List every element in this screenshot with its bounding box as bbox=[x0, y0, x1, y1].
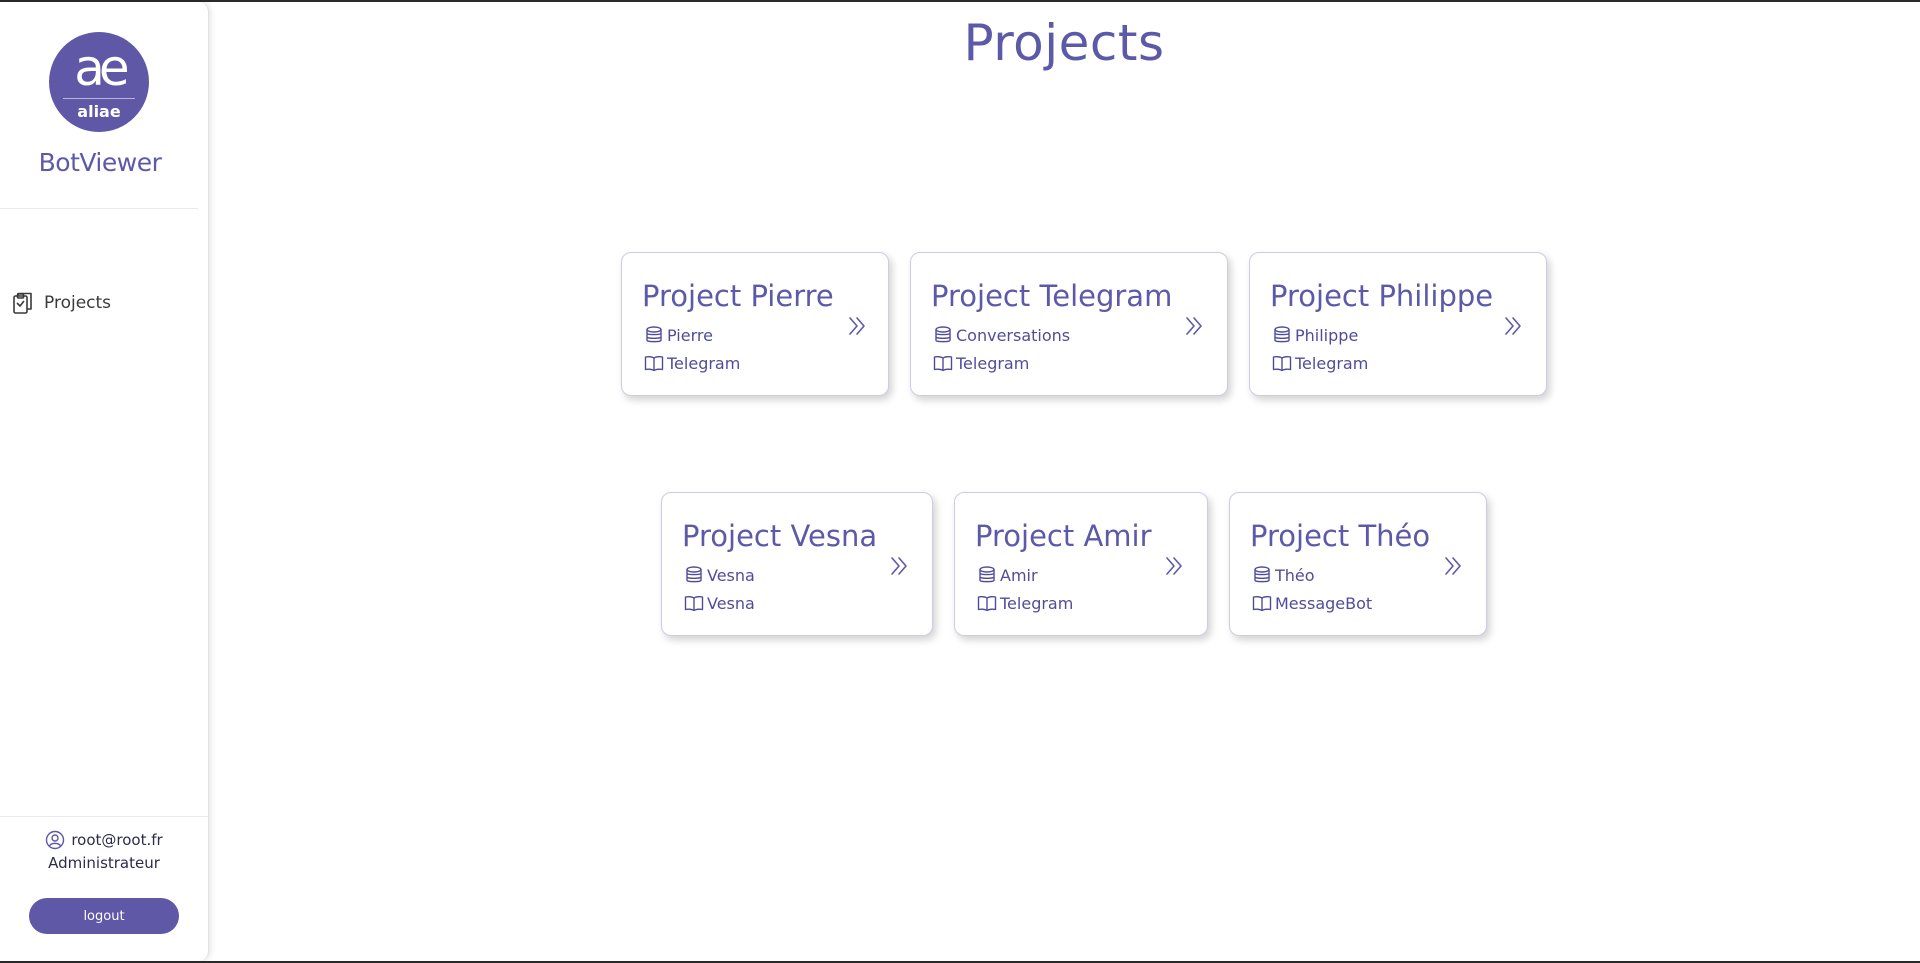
project-source-row: Telegram bbox=[933, 353, 1029, 373]
project-database: Théo bbox=[1275, 565, 1315, 585]
project-title: Project Vesna bbox=[682, 519, 878, 553]
project-database: Conversations bbox=[956, 325, 1071, 345]
logo-text: aliae bbox=[77, 102, 121, 121]
chevrons-right-icon bbox=[1445, 557, 1461, 575]
chevrons-right-icon bbox=[1186, 317, 1202, 335]
user-email-row: root@root.fr bbox=[0, 830, 208, 850]
user-role: Administrateur bbox=[48, 854, 160, 872]
project-title: Project Pierre bbox=[642, 279, 834, 313]
open-project-arrow[interactable] bbox=[1161, 553, 1187, 579]
project-source: MessageBot bbox=[1275, 593, 1373, 613]
project-database-row: Vesna bbox=[684, 565, 755, 585]
project-source-row: MessageBot bbox=[1252, 593, 1372, 613]
chevrons-right-icon bbox=[891, 557, 907, 575]
project-card[interactable]: Project Vesna Vesna Vesna bbox=[661, 492, 933, 636]
database-icon bbox=[1274, 326, 1290, 343]
project-source-row: Telegram bbox=[644, 353, 740, 373]
app-brand: BotViewer bbox=[38, 148, 162, 177]
sidebar-divider bbox=[0, 208, 198, 209]
database-icon bbox=[979, 566, 995, 583]
project-source: Telegram bbox=[667, 353, 741, 373]
book-icon bbox=[684, 596, 704, 612]
project-title: Project Philippe bbox=[1270, 279, 1494, 313]
chevrons-right-icon bbox=[1166, 557, 1182, 575]
database-icon bbox=[646, 326, 662, 343]
chevrons-right-icon bbox=[1505, 317, 1521, 335]
open-project-arrow[interactable] bbox=[1500, 313, 1526, 339]
project-database: Philippe bbox=[1295, 325, 1359, 345]
sidebar-footer-divider bbox=[0, 816, 208, 817]
project-card[interactable]: Project Philippe Philippe Telegram bbox=[1249, 252, 1547, 396]
project-title: Project Théo bbox=[1250, 519, 1431, 553]
open-project-arrow[interactable] bbox=[886, 553, 912, 579]
chevrons-right-icon bbox=[849, 317, 865, 335]
project-card[interactable]: Project Pierre Pierre Telegram bbox=[621, 252, 889, 396]
user-email: root@root.fr bbox=[71, 831, 163, 849]
project-card[interactable]: Project Telegram Conversations Telegram bbox=[910, 252, 1228, 396]
project-card[interactable]: Project Amir Amir Telegram bbox=[954, 492, 1208, 636]
project-database: Pierre bbox=[667, 325, 713, 345]
project-source: Telegram bbox=[956, 353, 1030, 373]
book-icon bbox=[977, 596, 997, 612]
project-database-row: Conversations bbox=[933, 325, 1070, 345]
sidebar-item-label: Projects bbox=[44, 293, 112, 313]
logout-button[interactable]: logout bbox=[29, 898, 179, 934]
aliae-logo: ae aliae bbox=[49, 32, 149, 132]
book-icon bbox=[1252, 596, 1272, 612]
page-background bbox=[0, 2, 1920, 961]
project-source-row: Telegram bbox=[977, 593, 1073, 613]
project-source: Telegram bbox=[1000, 593, 1074, 613]
project-title: Project Amir bbox=[975, 519, 1152, 553]
logo-glyph: ae bbox=[74, 39, 129, 97]
project-database-row: Pierre bbox=[644, 325, 713, 345]
sidebar: ae aliae BotViewer Projects root@root.fr… bbox=[0, 2, 209, 961]
book-icon bbox=[1272, 356, 1292, 372]
project-source: Telegram bbox=[1295, 353, 1369, 373]
project-database: Vesna bbox=[707, 565, 755, 585]
project-database: Amir bbox=[1000, 565, 1038, 585]
user-icon bbox=[46, 830, 65, 850]
project-source-row: Telegram bbox=[1272, 353, 1368, 373]
open-project-arrow[interactable] bbox=[1181, 313, 1207, 339]
project-title: Project Telegram bbox=[931, 279, 1173, 313]
project-database-row: Philippe bbox=[1272, 325, 1358, 345]
project-source: Vesna bbox=[707, 593, 755, 613]
database-icon bbox=[935, 326, 951, 343]
project-card[interactable]: Project Théo Théo MessageBot bbox=[1229, 492, 1487, 636]
open-project-arrow[interactable] bbox=[1440, 553, 1466, 579]
book-icon bbox=[933, 356, 953, 372]
page-title: Projects bbox=[963, 14, 1165, 72]
sidebar-item-projects[interactable]: Projects bbox=[12, 290, 111, 316]
book-icon bbox=[644, 356, 664, 372]
project-database-row: Amir bbox=[977, 565, 1038, 585]
logo-rule bbox=[63, 98, 135, 99]
project-database-row: Théo bbox=[1252, 565, 1315, 585]
clipboard-icon bbox=[13, 292, 32, 314]
open-project-arrow[interactable] bbox=[844, 313, 870, 339]
database-icon bbox=[686, 566, 702, 583]
database-icon bbox=[1254, 566, 1270, 583]
project-source-row: Vesna bbox=[684, 593, 755, 613]
